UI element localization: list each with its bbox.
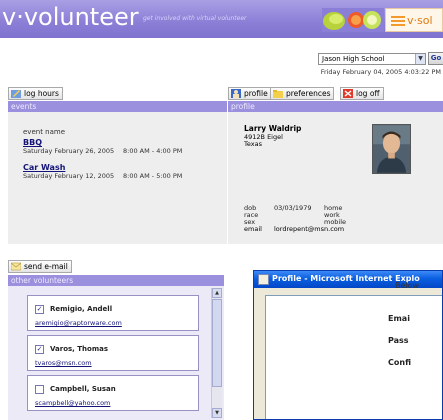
- event-name-link[interactable]: Car Wash: [23, 163, 223, 172]
- list-item: Campbell, Susan scampbell@yahoo.com: [27, 375, 199, 411]
- events-panel: event name BBQ Saturday February 26, 200…: [8, 112, 227, 244]
- brand-logo: v·volunteer: [2, 3, 139, 31]
- event-name-link[interactable]: BBQ: [23, 138, 223, 147]
- log-off-button[interactable]: log off: [340, 87, 384, 100]
- mail-icon: [11, 262, 21, 271]
- ie-page-icon: [258, 274, 269, 285]
- other-volunteers-header: other volunteers: [8, 275, 224, 286]
- volunteers-scrollbar[interactable]: ▲ ▼: [211, 288, 222, 418]
- current-datetime: Friday February 04, 2005 4:03:22 PM: [320, 68, 441, 76]
- profile-address-line2: Texas: [244, 140, 262, 148]
- secondary-logo: v·sol: [385, 8, 443, 32]
- fruit-illustration-icon: [322, 8, 384, 32]
- brand-tagline: get involved with virtual volunteer: [143, 15, 247, 22]
- profile-photo: [372, 124, 411, 174]
- profile-header: profile: [228, 101, 443, 112]
- event-time: 8:00 AM - 5:00 PM: [123, 172, 183, 180]
- volunteer-checkbox[interactable]: ✓: [35, 345, 44, 354]
- popup-intro-text: Below: [395, 281, 420, 290]
- profile-panel: Larry Waldrip 4912B Eigel Texas dob 03/0…: [228, 112, 443, 244]
- stripes-icon: [391, 16, 405, 26]
- volunteer-name: Remigio, Andell: [50, 305, 113, 313]
- secondary-logo-text: v·sol: [407, 14, 433, 27]
- pencil-icon: [11, 90, 21, 98]
- log-off-label: log off: [356, 89, 380, 98]
- popup-password-label: Pass: [388, 336, 409, 345]
- log-off-icon: [343, 89, 353, 98]
- profile-label: profile: [244, 89, 268, 98]
- event-item[interactable]: BBQ Saturday February 26, 2005 8:00 AM -…: [23, 138, 223, 155]
- scrollbar-thumb[interactable]: [212, 299, 222, 387]
- volunteer-name: Varos, Thomas: [50, 345, 109, 353]
- volunteers-list: ✓ Remigio, Andell aremigio@raptorware.co…: [8, 286, 224, 420]
- event-time: 8:00 AM - 4:00 PM: [123, 147, 183, 155]
- volunteer-checkbox[interactable]: [35, 385, 44, 394]
- volunteer-email-link[interactable]: scampbell@yahoo.com: [35, 399, 110, 407]
- event-item[interactable]: Car Wash Saturday February 12, 2005 8:00…: [23, 163, 223, 180]
- profile-email: lordrepent@msn.com: [274, 225, 345, 233]
- profile-icon: [231, 89, 241, 98]
- profile-button[interactable]: profile: [228, 87, 272, 100]
- send-email-button[interactable]: send e-mail: [8, 260, 72, 273]
- log-hours-button[interactable]: log hours: [8, 87, 63, 100]
- list-item: ✓ Varos, Thomas tvaros@msn.com: [27, 335, 199, 371]
- popup-body: [265, 295, 442, 419]
- log-hours-label: log hours: [24, 89, 59, 98]
- popup-confirm-label: Confi: [388, 358, 411, 367]
- volunteer-email-link[interactable]: tvaros@msn.com: [35, 359, 92, 367]
- profile-email-label: email: [244, 225, 262, 233]
- school-select-value: Jason High School: [322, 55, 385, 63]
- scroll-down-icon[interactable]: ▼: [212, 408, 222, 418]
- profile-dob-value: 03/03/1979: [274, 204, 312, 212]
- send-email-label: send e-mail: [24, 262, 68, 271]
- preferences-label: preferences: [286, 89, 331, 98]
- profile-popup-window: Profile - Microsoft Internet Explo Below…: [253, 270, 443, 420]
- events-column-header: event name: [23, 128, 66, 136]
- scroll-up-icon[interactable]: ▲: [212, 288, 222, 298]
- popup-email-label: Emai: [388, 314, 410, 323]
- volunteer-email-link[interactable]: aremigio@raptorware.com: [35, 319, 122, 327]
- list-item: ✓ Remigio, Andell aremigio@raptorware.co…: [27, 295, 199, 331]
- go-button[interactable]: Go: [428, 52, 443, 65]
- folder-icon: [273, 90, 283, 98]
- volunteer-name: Campbell, Susan: [50, 385, 116, 393]
- profile-name: Larry Waldrip: [244, 124, 302, 133]
- volunteer-checkbox[interactable]: ✓: [35, 305, 44, 314]
- preferences-button[interactable]: preferences: [270, 87, 335, 100]
- events-header: events: [8, 101, 227, 112]
- header-banner: v·volunteer get involved with virtual vo…: [0, 0, 443, 38]
- chevron-down-icon[interactable]: ▼: [415, 54, 425, 64]
- school-select[interactable]: Jason High School ▼: [318, 53, 426, 65]
